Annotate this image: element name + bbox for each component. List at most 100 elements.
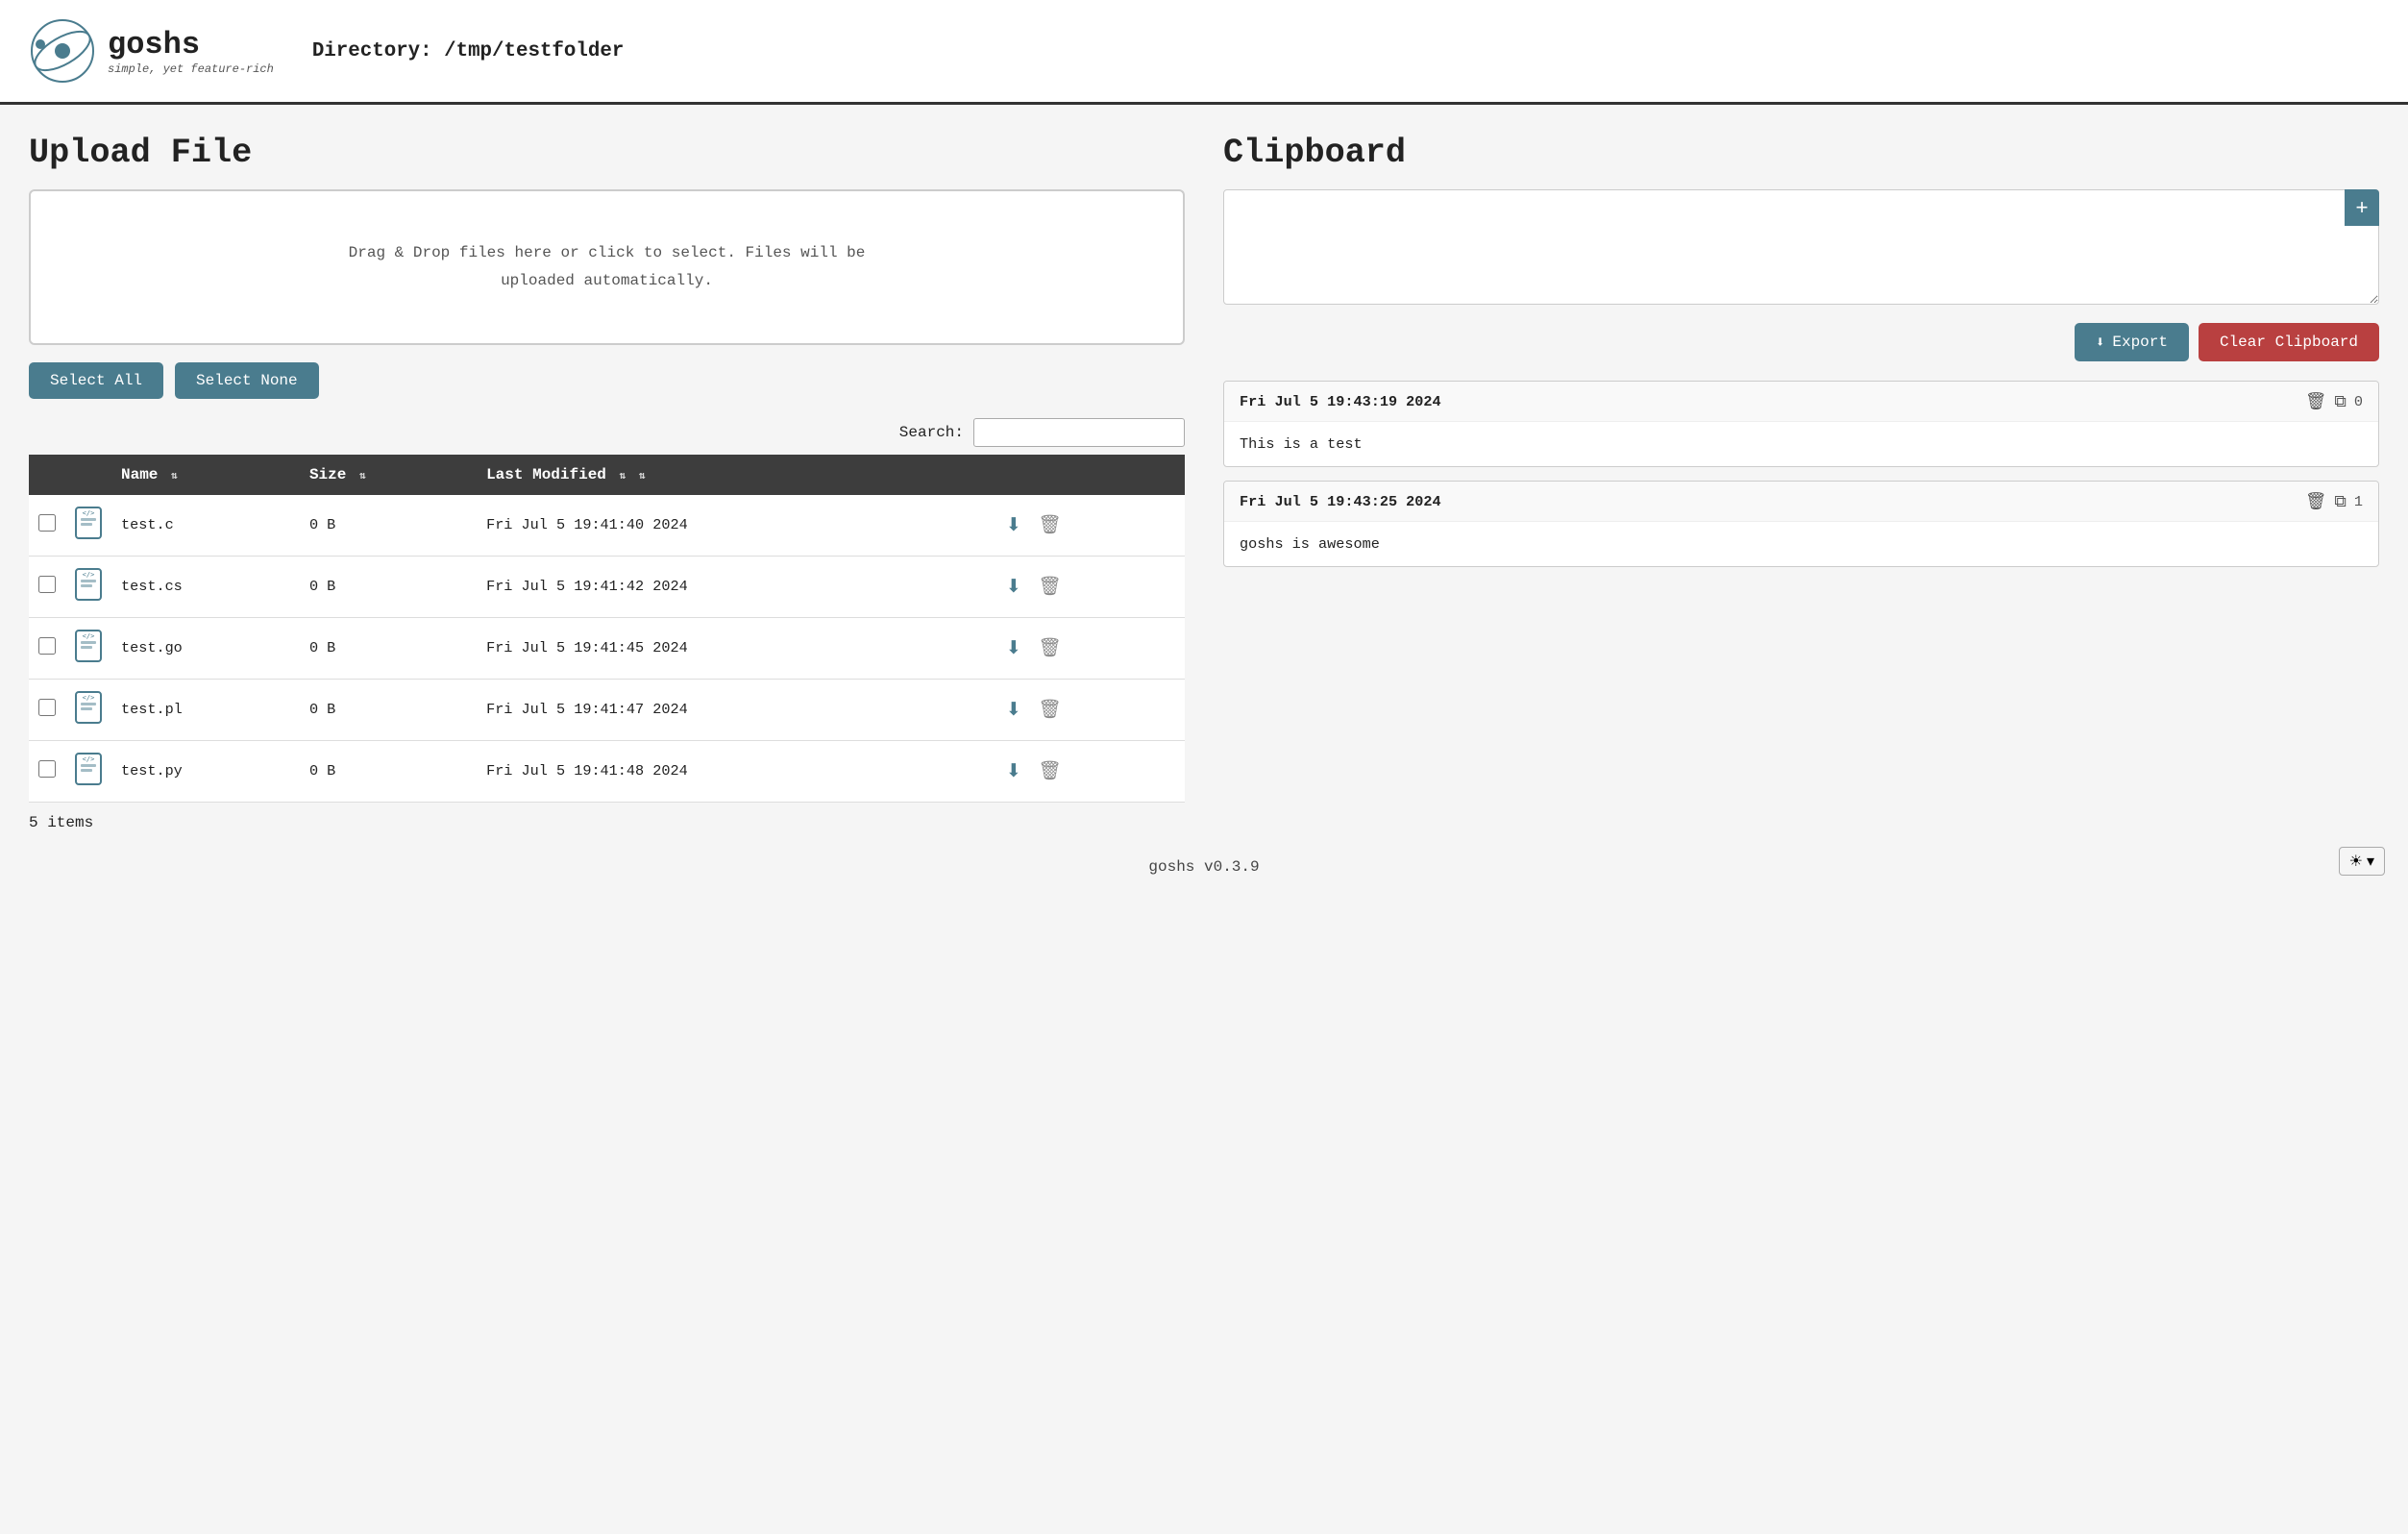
row-checkbox-2[interactable] [38, 637, 56, 655]
file-code-icon: </> [75, 507, 102, 539]
delete-button-0[interactable]: 🗑 [1038, 513, 1061, 536]
clipboard-copy-button-1[interactable]: ⧉ [2334, 491, 2347, 511]
dropzone-text: Drag & Drop files here or click to selec… [349, 244, 866, 289]
theme-toggle-button[interactable]: ☀ ▾ [2339, 847, 2385, 876]
theme-icon: ☀ [2349, 852, 2363, 871]
col-modified[interactable]: Last Modified ⇅ ⇅ [477, 455, 993, 495]
row-icon-cell: </> [65, 679, 111, 740]
version-label: goshs v0.3.9 [1148, 858, 1259, 876]
row-modified: Fri Jul 5 19:41:40 2024 [477, 495, 993, 557]
clipboard-entry-header-1: Fri Jul 5 19:43:25 2024 🗑 ⧉ 1 [1224, 482, 2378, 522]
clipboard-delete-button-1[interactable]: 🗑 [2305, 491, 2326, 511]
clear-clipboard-button[interactable]: Clear Clipboard [2199, 323, 2379, 361]
table-row: </> test.cs 0 B Fri Jul 5 19:41:42 2024 … [29, 556, 1185, 617]
row-name: test.pl [111, 679, 300, 740]
row-checkbox-cell [29, 679, 65, 740]
table-row: </> test.py 0 B Fri Jul 5 19:41:48 2024 … [29, 740, 1185, 802]
clipboard-title: Clipboard [1223, 134, 2379, 172]
col-file-icon [65, 455, 111, 495]
file-code-icon: </> [75, 691, 102, 724]
row-modified: Fri Jul 5 19:41:47 2024 [477, 679, 993, 740]
row-name: test.go [111, 617, 300, 679]
clipboard-entry-actions-1: 🗑 ⧉ 1 [2305, 491, 2363, 511]
row-actions: ⬇ 🗑 [993, 495, 1185, 557]
app-name: goshs [108, 27, 274, 62]
clipboard-expand-button[interactable]: + [2345, 189, 2379, 226]
download-button-0[interactable]: ⬇ [1006, 513, 1021, 536]
file-code-icon: </> [75, 630, 102, 662]
modified-sort-icon: ⇅ [620, 471, 627, 482]
file-table-body: </> test.c 0 B Fri Jul 5 19:41:40 2024 ⬇… [29, 495, 1185, 803]
delete-button-4[interactable]: 🗑 [1038, 759, 1061, 782]
row-icon-cell: </> [65, 617, 111, 679]
col-size[interactable]: Size ⇅ [300, 455, 477, 495]
col-name[interactable]: Name ⇅ [111, 455, 300, 495]
row-size: 0 B [300, 556, 477, 617]
row-checkbox-cell [29, 556, 65, 617]
search-row: Search: [29, 418, 1185, 447]
theme-arrow-icon: ▾ [2367, 852, 2374, 871]
export-button[interactable]: ⬇ Export [2075, 323, 2189, 361]
row-size: 0 B [300, 679, 477, 740]
clipboard-copy-button-0[interactable]: ⧉ [2334, 391, 2347, 411]
clipboard-input-area: + [1223, 189, 2379, 309]
main-content: Upload File Drag & Drop files here or cl… [0, 105, 2408, 841]
row-checkbox-cell [29, 617, 65, 679]
upload-dropzone[interactable]: Drag & Drop files here or click to selec… [29, 189, 1185, 345]
selection-buttons: Select All Select None [29, 362, 1185, 399]
clipboard-delete-button-0[interactable]: 🗑 [2305, 391, 2326, 411]
app-footer: goshs v0.3.9 ☀ ▾ [0, 841, 2408, 893]
row-actions: ⬇ 🗑 [993, 617, 1185, 679]
upload-title: Upload File [29, 134, 1185, 172]
download-button-4[interactable]: ⬇ [1006, 759, 1021, 782]
select-none-button[interactable]: Select None [175, 362, 319, 399]
clipboard-entry-body-1: goshs is awesome [1224, 522, 2378, 566]
clipboard-entry-header-0: Fri Jul 5 19:43:19 2024 🗑 ⧉ 0 [1224, 382, 2378, 422]
clipboard-entry-body-0: This is a test [1224, 422, 2378, 466]
clipboard-textarea[interactable] [1223, 189, 2379, 305]
delete-button-3[interactable]: 🗑 [1038, 698, 1061, 721]
row-checkbox-0[interactable] [38, 514, 56, 532]
delete-button-1[interactable]: 🗑 [1038, 575, 1061, 598]
clipboard-entry-num-1: 1 [2354, 493, 2363, 510]
file-table: Name ⇅ Size ⇅ Last Modified ⇅ ⇅ [29, 455, 1185, 803]
table-row: </> test.go 0 B Fri Jul 5 19:41:45 2024 … [29, 617, 1185, 679]
col-checkbox [29, 455, 65, 495]
svg-text:</>: </> [83, 694, 95, 702]
logo-area: goshs simple, yet feature-rich [29, 17, 274, 85]
file-code-icon: </> [75, 568, 102, 601]
row-icon-cell: </> [65, 495, 111, 557]
directory-label: Directory: /tmp/testfolder [312, 40, 624, 62]
row-size: 0 B [300, 617, 477, 679]
download-button-3[interactable]: ⬇ [1006, 698, 1021, 721]
row-size: 0 B [300, 740, 477, 802]
row-actions: ⬇ 🗑 [993, 740, 1185, 802]
left-panel: Upload File Drag & Drop files here or cl… [29, 134, 1185, 831]
row-checkbox-4[interactable] [38, 760, 56, 778]
svg-text:</>: </> [83, 632, 95, 640]
select-all-button[interactable]: Select All [29, 362, 163, 399]
delete-button-2[interactable]: 🗑 [1038, 636, 1061, 659]
clipboard-action-buttons: ⬇ Export Clear Clipboard [1223, 323, 2379, 361]
download-button-1[interactable]: ⬇ [1006, 575, 1021, 598]
row-checkbox-cell [29, 740, 65, 802]
app-header: goshs simple, yet feature-rich Directory… [0, 0, 2408, 105]
row-icon-cell: </> [65, 740, 111, 802]
row-modified: Fri Jul 5 19:41:42 2024 [477, 556, 993, 617]
file-code-icon: </> [75, 753, 102, 785]
size-sort-icon: ⇅ [359, 471, 366, 482]
clipboard-entry-time-1: Fri Jul 5 19:43:25 2024 [1240, 493, 1441, 510]
search-label: Search: [899, 424, 964, 441]
row-name: test.c [111, 495, 300, 557]
row-checkbox-3[interactable] [38, 699, 56, 716]
clipboard-entry: Fri Jul 5 19:43:25 2024 🗑 ⧉ 1 goshs is a… [1223, 481, 2379, 567]
table-row: </> test.pl 0 B Fri Jul 5 19:41:47 2024 … [29, 679, 1185, 740]
row-modified: Fri Jul 5 19:41:48 2024 [477, 740, 993, 802]
row-checkbox-cell [29, 495, 65, 557]
row-checkbox-1[interactable] [38, 576, 56, 593]
row-name: test.py [111, 740, 300, 802]
right-panel: Clipboard + ⬇ Export Clear Clipboard Fri… [1223, 134, 2379, 831]
download-button-2[interactable]: ⬇ [1006, 636, 1021, 659]
name-sort-icon: ⇅ [171, 471, 178, 482]
search-input[interactable] [973, 418, 1185, 447]
